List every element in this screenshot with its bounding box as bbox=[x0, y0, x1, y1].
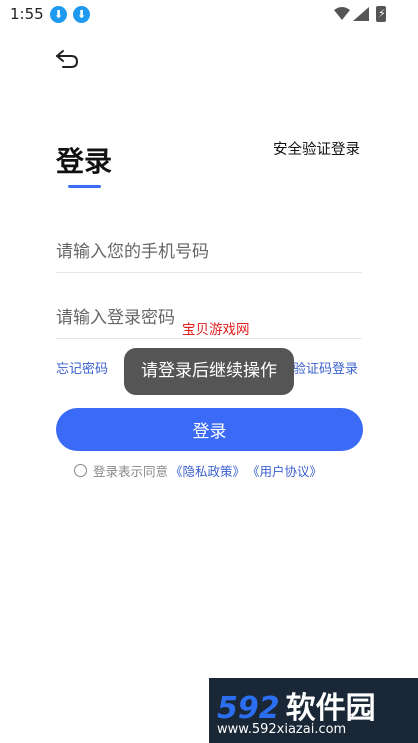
page-title: 登录 bbox=[56, 145, 113, 178]
logo-number: 592 bbox=[217, 691, 280, 726]
download-icon: ⬇ bbox=[73, 6, 90, 23]
privacy-policy-link[interactable]: 《隐私政策》 bbox=[170, 461, 245, 480]
phone-input[interactable] bbox=[56, 232, 362, 272]
status-time: 1:55 bbox=[10, 5, 44, 23]
secure-login-link[interactable]: 安全验证登录 bbox=[273, 138, 360, 159]
logo-url: www.592xiazai.com bbox=[217, 722, 347, 737]
title-underline bbox=[68, 185, 101, 188]
logo-text: 软件园 bbox=[285, 691, 376, 726]
agreement-row: 登录表示同意 《隐私政策》 《用户协议》 bbox=[74, 461, 322, 479]
back-arrow-icon[interactable] bbox=[54, 46, 82, 70]
signal-icon bbox=[353, 7, 369, 21]
code-login-link[interactable]: 验证码登录 bbox=[293, 358, 358, 377]
login-button[interactable]: 登录 bbox=[56, 408, 363, 451]
watermark-text: 宝贝游戏网 bbox=[182, 322, 250, 338]
battery-icon: ⚡ bbox=[376, 6, 386, 22]
agreement-text: 登录表示同意 bbox=[93, 463, 169, 479]
wifi-icon bbox=[334, 7, 350, 20]
phone-field bbox=[56, 232, 362, 273]
user-agreement-link[interactable]: 《用户协议》 bbox=[247, 461, 322, 480]
site-watermark-logo: 592 软件园 www.592xiazai.com bbox=[209, 678, 418, 743]
download-icon: ⬇ bbox=[50, 6, 67, 23]
agreement-radio[interactable] bbox=[74, 463, 87, 477]
forgot-password-link[interactable]: 忘记密码 bbox=[56, 358, 108, 377]
status-bar: 1:55 ⬇ ⬇ ⚡ bbox=[0, 0, 418, 30]
toast-message: 请登录后继续操作 bbox=[124, 348, 294, 395]
